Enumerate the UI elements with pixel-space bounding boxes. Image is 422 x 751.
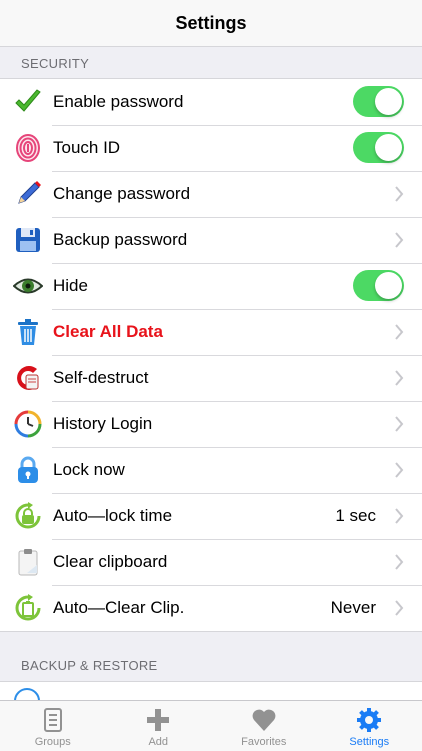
- chevron-right-icon: [394, 508, 404, 524]
- tab-add[interactable]: Add: [106, 701, 212, 751]
- row-enable-password: Enable password: [0, 79, 422, 125]
- chevron-right-icon: [394, 462, 404, 478]
- plus-icon: [144, 706, 172, 734]
- tab-groups[interactable]: Groups: [0, 701, 106, 751]
- row-history-login[interactable]: History Login: [0, 401, 422, 447]
- list-icon: [39, 706, 67, 734]
- chevron-right-icon: [394, 600, 404, 616]
- auto-lock-value: 1 sec: [335, 506, 376, 526]
- section-header-security: SECURITY: [21, 56, 89, 71]
- toggle-knob: [375, 272, 402, 299]
- hide-toggle[interactable]: [353, 270, 404, 301]
- row-label: Hide: [53, 276, 88, 296]
- row-label: History Login: [53, 414, 152, 434]
- row-label: Auto—Clear Clip.: [53, 598, 184, 618]
- auto-lock-icon: [13, 501, 43, 531]
- row-label: Auto—lock time: [53, 506, 172, 526]
- chevron-right-icon: [394, 416, 404, 432]
- row-auto-lock-time[interactable]: Auto—lock time 1 sec: [0, 493, 422, 539]
- chevron-right-icon: [394, 232, 404, 248]
- fingerprint-icon: [13, 133, 43, 163]
- row-backup-password[interactable]: Backup password: [0, 217, 422, 263]
- gear-icon: [355, 706, 383, 734]
- chevron-right-icon: [394, 554, 404, 570]
- history-clock-icon: [13, 409, 43, 439]
- trash-icon: [13, 317, 43, 347]
- security-list: Enable password Touch ID Change password: [0, 78, 422, 632]
- row-change-password[interactable]: Change password: [0, 171, 422, 217]
- heart-icon: [250, 706, 278, 734]
- auto-clear-clipboard-icon: [13, 593, 43, 623]
- chevron-right-icon: [394, 324, 404, 340]
- pencil-icon: [13, 179, 43, 209]
- row-clear-all-data[interactable]: Clear All Data: [0, 309, 422, 355]
- toggle-knob: [375, 134, 402, 161]
- tab-label: Add: [148, 736, 168, 748]
- tab-favorites[interactable]: Favorites: [211, 701, 317, 751]
- tab-label: Favorites: [241, 736, 286, 748]
- row-auto-clear-clip[interactable]: Auto—Clear Clip. Never: [0, 585, 422, 631]
- padlock-icon: [13, 455, 43, 485]
- eye-icon: [13, 271, 43, 301]
- toggle-knob: [375, 88, 402, 115]
- row-label: Touch ID: [53, 138, 120, 158]
- row-label: Clear clipboard: [53, 552, 167, 572]
- section-header-backup-restore: BACKUP & RESTORE: [21, 658, 158, 673]
- row-label: Enable password: [53, 92, 183, 112]
- self-destruct-icon: [13, 363, 43, 393]
- row-label: Lock now: [53, 460, 125, 480]
- touch-id-toggle[interactable]: [353, 132, 404, 163]
- checkmark-icon: [13, 87, 43, 117]
- row-label: Self-destruct: [53, 368, 148, 388]
- floppy-disk-icon: [13, 225, 43, 255]
- row-self-destruct[interactable]: Self-destruct: [0, 355, 422, 401]
- tab-label: Settings: [349, 736, 389, 748]
- page-title: Settings: [175, 13, 246, 34]
- row-label: Backup password: [53, 230, 187, 250]
- row-touch-id: Touch ID: [0, 125, 422, 171]
- row-label-danger: Clear All Data: [53, 322, 163, 342]
- auto-clear-clip-value: Never: [331, 598, 376, 618]
- enable-password-toggle[interactable]: [353, 86, 404, 117]
- row-hide: Hide: [0, 263, 422, 309]
- chevron-right-icon: [394, 186, 404, 202]
- row-clear-clipboard[interactable]: Clear clipboard: [0, 539, 422, 585]
- tab-label: Groups: [35, 736, 71, 748]
- tab-settings[interactable]: Settings: [317, 701, 422, 751]
- row-label: Change password: [53, 184, 190, 204]
- navigation-bar: Settings: [0, 0, 422, 47]
- clipboard-icon: [13, 547, 43, 577]
- row-lock-now[interactable]: Lock now: [0, 447, 422, 493]
- chevron-right-icon: [394, 370, 404, 386]
- tab-bar: Groups Add Favorites Settings: [0, 700, 422, 751]
